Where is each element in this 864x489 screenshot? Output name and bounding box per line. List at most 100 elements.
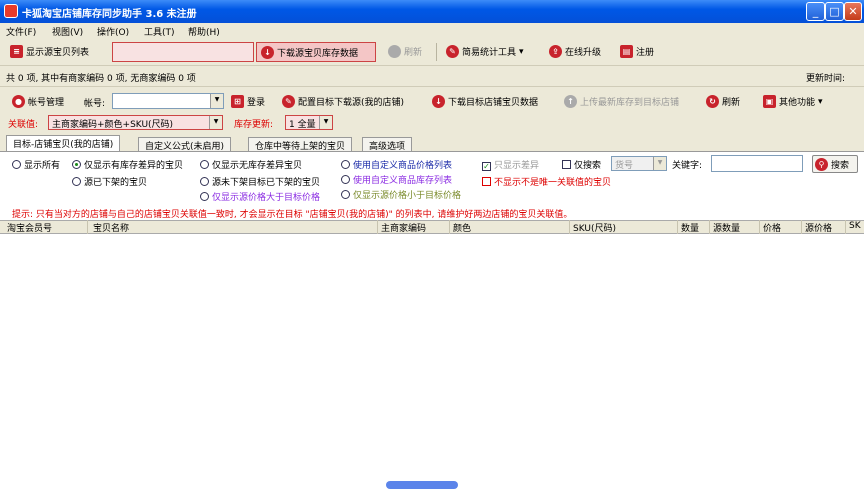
download-icon: ↓ — [261, 45, 274, 59]
minimize-button[interactable]: _ — [806, 2, 825, 21]
menu-operate[interactable]: 操作(O) — [97, 25, 129, 38]
tab-custom-formula[interactable]: 自定义公式(未启用) — [138, 137, 232, 152]
column-header-sku[interactable]: SKU(尺码) — [570, 220, 678, 234]
radio-icon — [200, 160, 209, 169]
hint-text: 提示: 只有当对方的店铺与自己的店铺宝贝关联值一致时, 才会显示在目标 "店铺宝… — [12, 210, 573, 220]
table-body[interactable] — [0, 234, 864, 487]
account-select[interactable]: ▼ — [112, 93, 224, 109]
wrench-icon: ✎ — [282, 95, 295, 108]
window-title: 卡狐淘宝店铺库存同步助手 3.6 未注册 — [22, 9, 197, 20]
radio-custom-stock[interactable]: 使用自定义商品库存列表 — [341, 173, 452, 186]
tab-target-store[interactable]: 目标-店铺宝贝(我的店铺) — [6, 135, 121, 151]
radio-icon — [12, 160, 21, 169]
horizontal-scrollbar[interactable] — [386, 481, 458, 489]
online-upgrade-button[interactable]: ⇪ 在线升级 — [549, 45, 601, 58]
search-field-select[interactable]: 货号 ▼ — [611, 156, 667, 171]
radio-icon — [341, 175, 350, 184]
search-button[interactable]: ⚲ 搜索 — [812, 155, 858, 173]
checkbox-icon — [562, 160, 571, 169]
column-header-merchant-code[interactable]: 主商家编码 — [378, 220, 450, 234]
link-value-bar: 关联值: 主商家编码+颜色+SKU(尺码) ▼ 库存更新: 1 全量 ▼ — [0, 114, 864, 132]
main-toolbar: ≡ 显示源宝贝列表 ↓ 下载源宝贝库存数据 刷新 ✎ 简易统计工具 ▾ ⇪ 在线… — [0, 39, 864, 65]
column-header-source-price[interactable]: 源价格 — [802, 220, 846, 234]
stock-update-select[interactable]: 1 全量 ▼ — [285, 115, 333, 130]
account-manage-button[interactable]: ● 帐号管理 — [12, 95, 64, 108]
status-summary: 共 0 项, 其中有商家编码 0 项, 无商家编码 0 项 — [6, 74, 196, 84]
download-target-button[interactable]: ↓ 下载目标店铺宝贝数据 — [432, 95, 538, 108]
menu-icon: ▣ — [763, 95, 776, 108]
stats-tools-button[interactable]: ✎ 简易统计工具 ▾ — [446, 45, 524, 58]
radio-show-all[interactable]: 显示所有 — [12, 158, 60, 171]
radio-icon — [72, 177, 81, 186]
stock-update-label: 库存更新: — [234, 120, 274, 130]
column-header-item-name[interactable]: 宝贝名称 — [90, 220, 378, 234]
config-target-button[interactable]: ✎ 配置目标下载源(我的店铺) — [282, 95, 404, 108]
radio-source-price-lt[interactable]: 仅显示源价格小于目标价格 — [341, 188, 461, 201]
menu-help[interactable]: 帮助(H) — [188, 25, 220, 38]
checkbox-only-search[interactable]: 仅搜索 — [562, 158, 601, 171]
radio-icon — [341, 190, 350, 199]
chevron-down-icon: ▾ — [519, 46, 524, 57]
radio-source-price-gt[interactable]: 仅显示源价格大于目标价格 — [200, 190, 320, 203]
account-label: 帐号: — [84, 99, 106, 109]
chevron-down-icon: ▼ — [319, 116, 332, 129]
keyword-label: 关键字: — [672, 161, 703, 171]
upgrade-icon: ⇪ — [549, 45, 562, 58]
menu-file[interactable]: 文件(F) — [6, 25, 36, 38]
column-header-quantity[interactable]: 数量 — [678, 220, 710, 234]
refresh-icon: ↻ — [706, 95, 719, 108]
column-header-sku-extra[interactable]: SK — [846, 220, 864, 234]
chevron-down-icon: ▼ — [209, 116, 222, 129]
radio-source-not-off-target-off[interactable]: 源未下架目标已下架的宝贝 — [200, 175, 320, 188]
checkbox-icon — [482, 177, 491, 186]
source-input[interactable] — [112, 42, 254, 62]
menu-bar: 文件(F) 视图(V) 操作(O) 工具(T) 帮助(H) — [0, 23, 864, 39]
radio-custom-price[interactable]: 使用自定义商品价格列表 — [341, 158, 452, 171]
close-button[interactable]: ✕ — [844, 2, 862, 21]
title-bar: 卡狐淘宝店铺库存同步助手 3.6 未注册 _ □ ✕ — [0, 0, 864, 23]
menu-tools[interactable]: 工具(T) — [144, 25, 175, 38]
radio-source-off[interactable]: 源已下架的宝贝 — [72, 175, 147, 188]
keyword-input[interactable] — [711, 155, 803, 172]
login-button[interactable]: ⊞ 登录 — [231, 95, 265, 108]
refresh-target-button[interactable]: ↻ 刷新 — [706, 95, 740, 108]
account-toolbar: ● 帐号管理 帐号: ▼ ⊞ 登录 ✎ 配置目标下载源(我的店铺) ↓ 下载目标… — [0, 86, 864, 114]
radio-icon — [200, 177, 209, 186]
tab-strip — [0, 132, 864, 152]
download-source-button[interactable]: ↓ 下载源宝贝库存数据 — [256, 42, 376, 62]
wrench-icon: ✎ — [446, 45, 459, 58]
checkbox-hide-no-unique[interactable]: 不显示不是唯一关联值的宝贝 — [482, 175, 611, 188]
radio-icon — [200, 192, 209, 201]
toolbar-divider — [436, 43, 437, 61]
link-value-label: 关联值: — [8, 120, 39, 130]
check-icon: ✓ — [482, 162, 491, 171]
column-header-color[interactable]: 颜色 — [450, 220, 570, 234]
column-header-price[interactable]: 价格 — [760, 220, 802, 234]
upload-icon: ↑ — [564, 95, 577, 108]
menu-view[interactable]: 视图(V) — [52, 25, 83, 38]
radio-selected-icon — [72, 160, 81, 169]
maximize-button[interactable]: □ — [825, 2, 844, 21]
column-header-source-quantity[interactable]: 源数量 — [710, 220, 760, 234]
tab-warehouse[interactable]: 仓库中等待上架的宝贝 — [248, 137, 353, 152]
refresh-icon — [388, 45, 401, 58]
link-value-select[interactable]: 主商家编码+颜色+SKU(尺码) ▼ — [48, 115, 223, 130]
checkbox-only-diff[interactable]: ✓ 只显示差异 — [482, 158, 539, 171]
document-icon: ▤ — [620, 45, 633, 58]
radio-only-diff[interactable]: 仅显示有库存差异的宝贝 — [72, 158, 183, 171]
chevron-down-icon: ▼ — [210, 94, 223, 108]
search-icon: ⚲ — [815, 157, 828, 171]
tab-advanced[interactable]: 高级选项 — [362, 137, 413, 152]
update-time-label: 更新时间: — [806, 74, 846, 84]
register-button[interactable]: ▤ 注册 — [620, 45, 654, 58]
app-icon — [4, 4, 18, 18]
chevron-down-icon: ▾ — [818, 96, 823, 107]
user-icon: ● — [12, 95, 25, 108]
refresh-button-disabled[interactable]: 刷新 — [388, 45, 422, 58]
show-source-list-button[interactable]: ≡ 显示源宝贝列表 — [10, 45, 89, 58]
radio-no-stock-diff[interactable]: 仅显示无库存差异宝贝 — [200, 158, 302, 171]
column-header-member[interactable]: 淘宝会员号 — [4, 220, 88, 234]
grid-icon: ⊞ — [231, 95, 244, 108]
other-functions-button[interactable]: ▣ 其他功能 ▾ — [763, 95, 823, 108]
upload-stock-button[interactable]: ↑ 上传最新库存到目标店铺 — [564, 95, 679, 108]
